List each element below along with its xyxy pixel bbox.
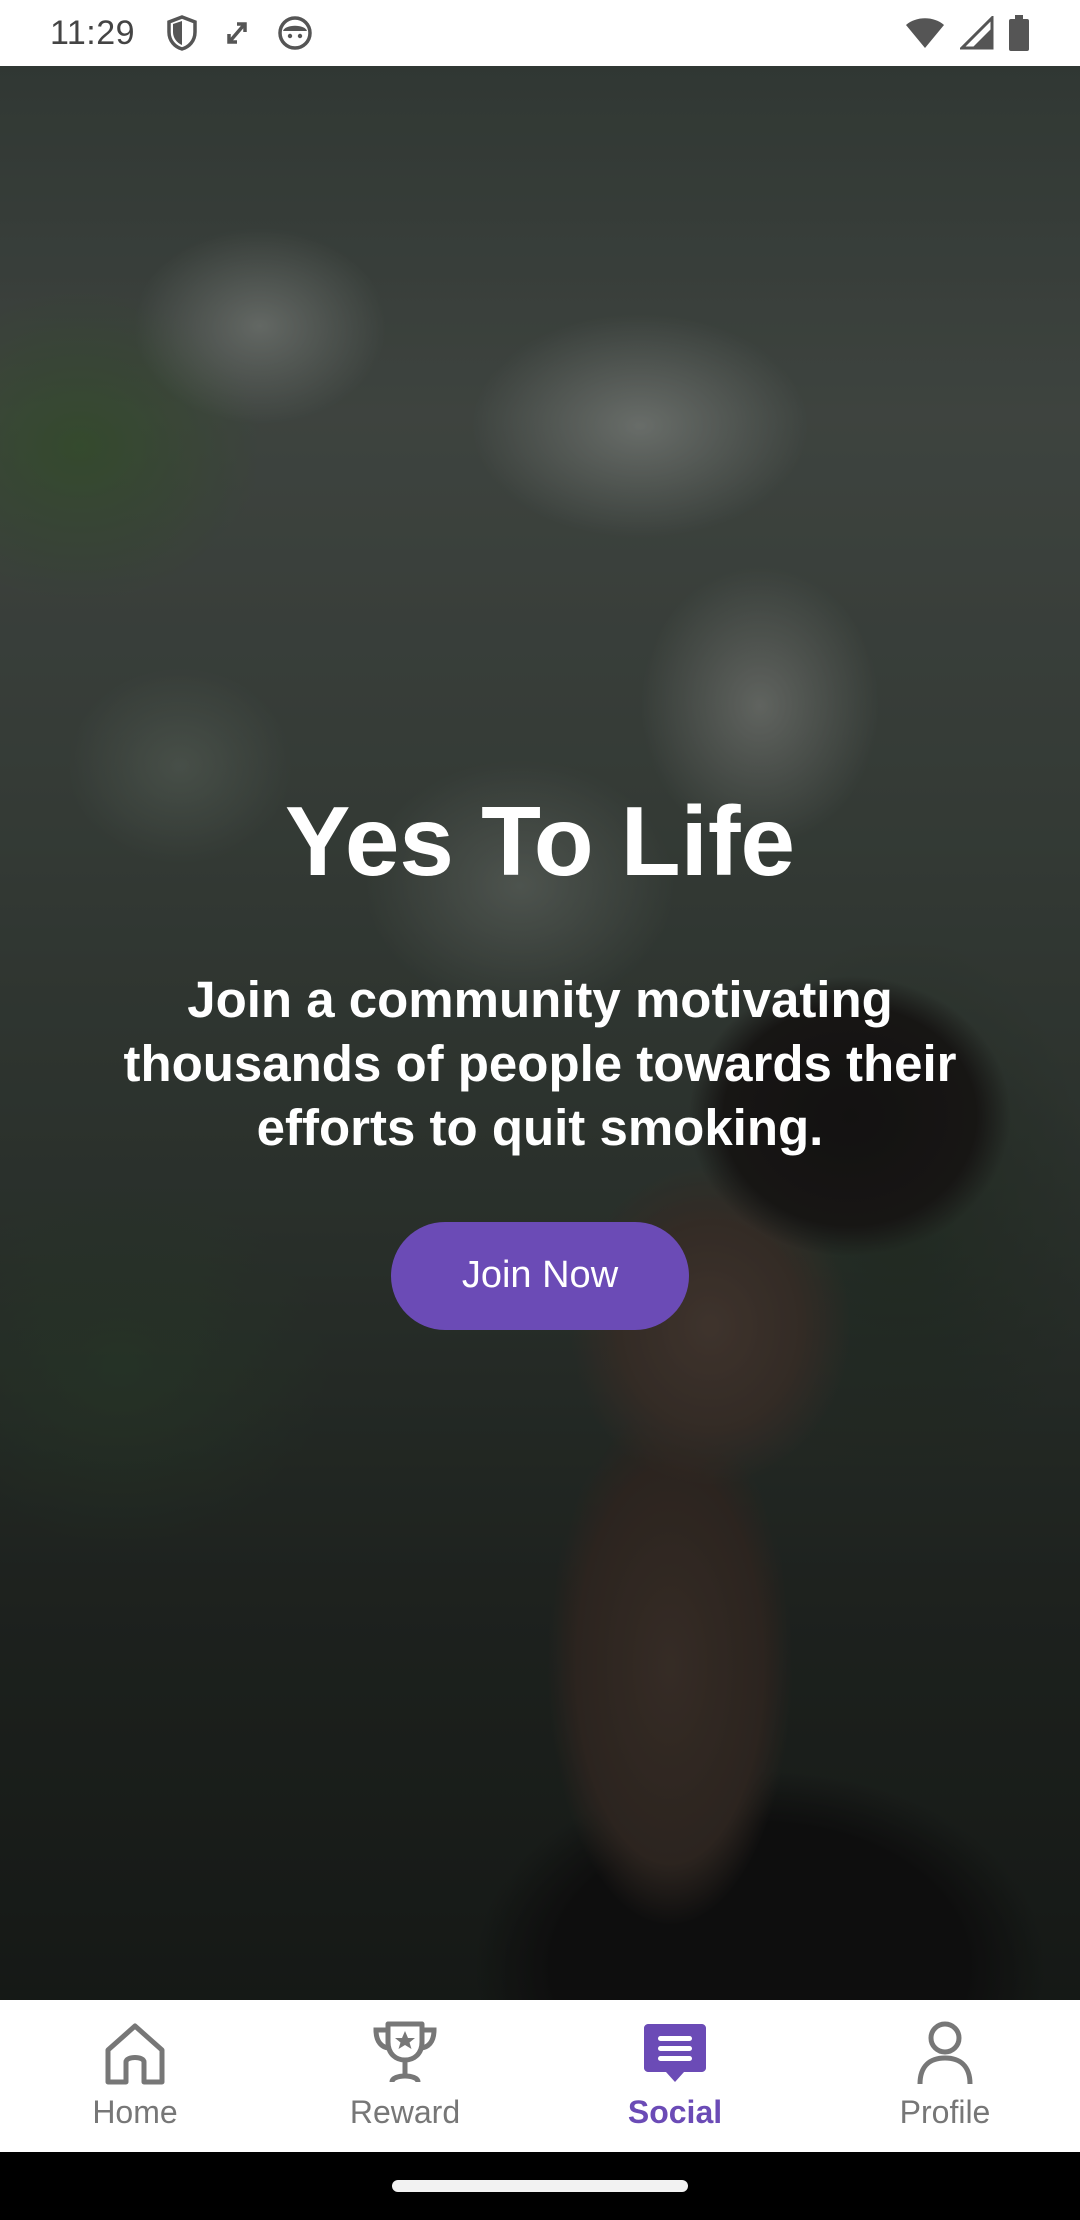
bottom-navigation: Home Reward Social Profile xyxy=(0,2000,1080,2152)
home-gesture-handle[interactable] xyxy=(392,2180,688,2192)
status-time: 11:29 xyxy=(50,13,136,52)
hero-title: Yes To Life xyxy=(284,786,796,896)
join-now-button[interactable]: Join Now xyxy=(391,1221,689,1330)
nav-item-social[interactable]: Social xyxy=(540,2000,810,2152)
shield-icon xyxy=(165,15,199,51)
person-icon xyxy=(905,2018,985,2088)
nav-label-profile: Profile xyxy=(899,2094,991,2130)
nav-item-reward[interactable]: Reward xyxy=(270,2000,540,2152)
trophy-icon xyxy=(365,2018,445,2088)
nav-label-reward: Reward xyxy=(349,2094,461,2130)
home-icon xyxy=(95,2018,175,2088)
status-icons-left xyxy=(165,15,313,51)
hero-content: Yes To Life Join a community motivating … xyxy=(0,66,1080,1330)
gesture-navigation-bar xyxy=(0,2152,1080,2220)
status-icons-right xyxy=(904,15,1030,51)
social-feed-icon xyxy=(635,2018,715,2088)
nav-item-profile[interactable]: Profile xyxy=(810,2000,1080,2152)
nav-label-social: Social xyxy=(627,2094,723,2130)
sync-icon xyxy=(223,18,253,48)
hero-subtitle: Join a community motivating thousands of… xyxy=(123,970,957,1156)
android-face-icon xyxy=(277,15,313,51)
wifi-icon xyxy=(904,16,946,50)
app-screen: 11:29 Yes To Life Join a community motiv… xyxy=(0,0,1080,2220)
hero-background-image: Yes To Life Join a community motivating … xyxy=(0,66,1080,2000)
cell-signal-icon xyxy=(960,16,994,50)
battery-icon xyxy=(1008,15,1030,51)
nav-label-home: Home xyxy=(92,2094,178,2130)
nav-item-home[interactable]: Home xyxy=(0,2000,270,2152)
status-bar: 11:29 xyxy=(0,0,1080,66)
